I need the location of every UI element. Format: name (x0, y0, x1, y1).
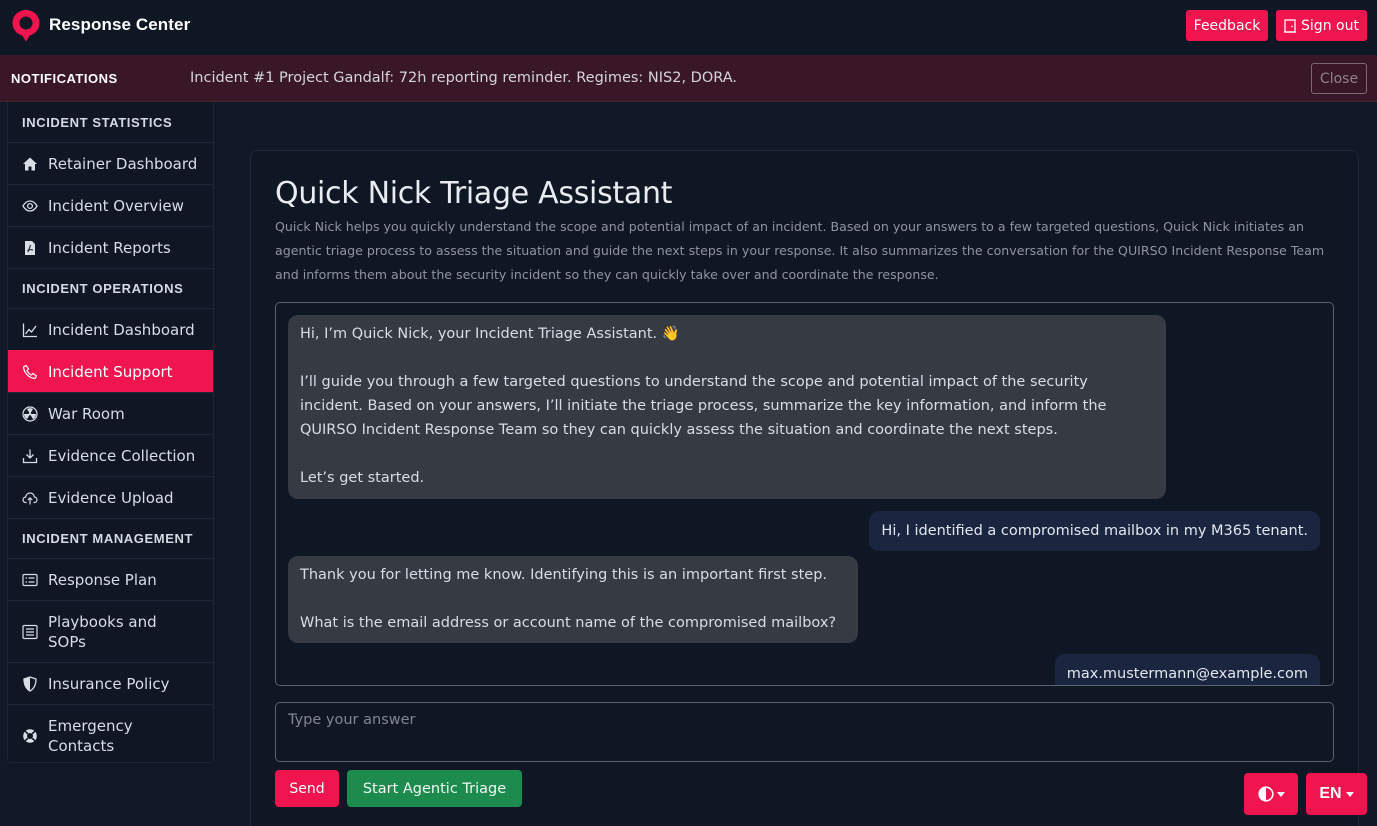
notification-bar: NOTIFICATIONS Incident #1 Project Gandal… (0, 55, 1377, 102)
sidebar-item-response-plan[interactable]: Response Plan (8, 558, 213, 600)
sidebar-item-playbooks-and-sops[interactable]: Playbooks and SOPs (8, 600, 213, 662)
sidebar-heading-statistics: INCIDENT STATISTICS (22, 114, 173, 130)
theme-toggle-button[interactable] (1244, 773, 1298, 815)
sidebar-item-label: Emergency Contacts (48, 716, 133, 755)
phone-icon (22, 364, 38, 380)
user-message: Hi, I identified a compromised mailbox i… (869, 511, 1320, 551)
sidebar-item-incident-dashboard[interactable]: Incident Dashboard (8, 308, 213, 350)
notification-message: Incident #1 Project Gandalf: 72h reporti… (190, 70, 738, 86)
sidebar-item-incident-support[interactable]: Incident Support (8, 350, 213, 392)
shield-half-icon (22, 675, 38, 692)
sidebar-item-incident-overview[interactable]: Incident Overview (8, 184, 213, 226)
language-label: EN (1319, 785, 1342, 802)
page-title: Quick Nick Triage Assistant (275, 176, 673, 211)
line-chart-icon (22, 322, 38, 338)
user-message: max.mustermann@example.com (1054, 654, 1320, 685)
app-title[interactable]: Response Center (49, 15, 190, 35)
contrast-half-circle-icon (1257, 786, 1274, 802)
chevron-down-icon (1345, 791, 1354, 797)
start-agentic-triage-button[interactable]: Start Agentic Triage (347, 770, 522, 807)
notifications-label: NOTIFICATIONS (11, 71, 118, 86)
pdf-file-icon (22, 240, 38, 256)
language-select-button[interactable]: EN (1306, 773, 1367, 815)
sidebar-item-emergency-contacts[interactable]: Emergency Contacts (8, 704, 213, 766)
sign-out-button[interactable]: Sign out (1276, 10, 1367, 41)
assistant-message: Thank you for letting me know. Identifyi… (288, 556, 858, 643)
map-pin-logo-icon[interactable] (11, 9, 41, 42)
sidebar-item-label: Evidence Upload (48, 488, 174, 507)
sidebar-item-label: Evidence Collection (48, 446, 196, 465)
eye-icon (22, 198, 38, 214)
sidebar-item-war-room[interactable]: War Room (8, 392, 213, 434)
answer-input[interactable] (275, 702, 1334, 762)
sidebar-item-incident-reports[interactable]: Incident Reports (8, 226, 213, 268)
sidebar: INCIDENT STATISTICS Retainer Dashboard I… (7, 102, 214, 763)
sign-out-label: Sign out (1301, 17, 1359, 34)
sidebar-item-label: Incident Overview (48, 196, 184, 215)
card-list-icon (22, 572, 38, 588)
sidebar-item-label: Insurance Policy (48, 674, 170, 693)
chat-window[interactable]: Hi, I’m Quick Nick, your Incident Triage… (275, 302, 1334, 686)
feedback-button[interactable]: Feedback (1186, 10, 1268, 41)
sidebar-item-label: Response Plan (48, 570, 157, 589)
assistant-message: Hi, I’m Quick Nick, your Incident Triage… (288, 315, 1166, 499)
sidebar-heading-management: INCIDENT MANAGEMENT (8, 518, 213, 558)
sidebar-item-insurance-policy[interactable]: Insurance Policy (8, 662, 213, 704)
sidebar-item-label: Playbooks and SOPs (48, 612, 157, 651)
chevron-down-icon (1276, 791, 1285, 797)
door-exit-icon (1284, 18, 1297, 33)
life-ring-icon (22, 728, 38, 744)
sidebar-item-label: Incident Support (48, 362, 173, 381)
radioactive-icon (22, 405, 38, 422)
sidebar-item-evidence-upload[interactable]: Evidence Upload (8, 476, 213, 518)
text-list-icon (22, 624, 38, 640)
sidebar-item-evidence-collection[interactable]: Evidence Collection (8, 434, 213, 476)
sidebar-item-label: Retainer Dashboard (48, 154, 198, 173)
house-icon (22, 156, 38, 172)
sidebar-item-label: Incident Dashboard (48, 320, 195, 339)
send-button[interactable]: Send (275, 770, 339, 807)
page-description: Quick Nick helps you quickly understand … (275, 219, 1325, 282)
sidebar-item-label: War Room (48, 404, 125, 423)
top-bar: Response Center (0, 0, 1377, 55)
sidebar-item-label: Incident Reports (48, 238, 171, 257)
download-icon (22, 448, 38, 464)
sidebar-heading-operations: INCIDENT OPERATIONS (8, 268, 213, 308)
notification-close-button[interactable]: Close (1311, 63, 1367, 94)
sidebar-item-retainer-dashboard[interactable]: Retainer Dashboard (8, 142, 213, 184)
assistant-message-text: Hi, I’m Quick Nick, your Incident Triage… (300, 326, 1107, 486)
cloud-upload-icon (22, 490, 38, 506)
